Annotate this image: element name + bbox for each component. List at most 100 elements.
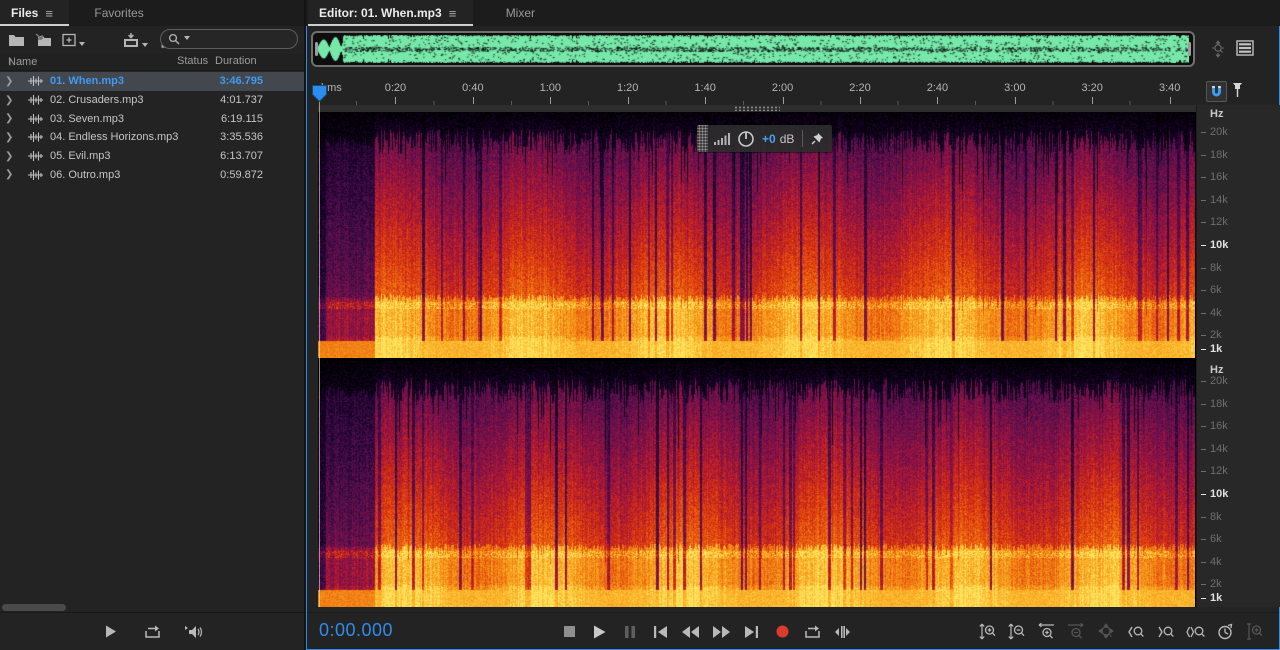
scrollbar-grip[interactable]	[734, 106, 780, 111]
navigator-right-handle[interactable]	[1188, 42, 1191, 56]
open-file-button[interactable]	[8, 33, 25, 47]
volume-hud[interactable]: +0 dB	[697, 125, 833, 152]
file-name: 06. Outro.mp3	[50, 168, 121, 181]
file-row[interactable]: ❯ 06. Outro.mp3 0:59.872	[0, 165, 304, 184]
file-duration: 6:13.707	[220, 150, 263, 163]
ruler-tick-mark	[627, 97, 629, 104]
overview-navigator[interactable]	[311, 31, 1195, 67]
freq-label: 12k	[1201, 216, 1228, 229]
zoom-in-amplitude-button[interactable]	[977, 622, 997, 642]
save-button[interactable]	[123, 32, 148, 48]
ruler-tick-label: 1:40	[694, 82, 716, 94]
hud-drag-handle[interactable]	[697, 125, 708, 152]
column-duration[interactable]: Duration	[215, 55, 257, 67]
pin-icon	[1233, 83, 1242, 97]
tab-files[interactable]: Files ≡	[0, 0, 70, 26]
search-input[interactable]	[192, 33, 287, 45]
panel-menu-icon[interactable]: ≡	[449, 7, 462, 20]
play-button[interactable]	[589, 622, 609, 642]
rewind-button[interactable]	[681, 622, 701, 642]
frequency-axis[interactable]	[1196, 105, 1280, 607]
tab-mixer[interactable]: Mixer	[495, 0, 546, 26]
dropdown-caret-icon	[142, 42, 148, 47]
loop-playback-button[interactable]	[803, 622, 823, 642]
editor-tabbar: Editor: 01. When.mp3 ≡ Mixer	[306, 0, 1280, 26]
spectrogram-channel-2[interactable]	[318, 361, 1195, 607]
zoom-in-time-button[interactable]	[1037, 622, 1057, 642]
file-row[interactable]: ❯ 03. Seven.mp3 6:19.115	[0, 109, 304, 128]
import-file-button[interactable]	[35, 33, 52, 47]
chevron-right-icon[interactable]: ❯	[5, 95, 17, 106]
marker-pin-button[interactable]	[1232, 82, 1243, 98]
new-content-button[interactable]	[62, 33, 85, 47]
ruler-tick-mark	[472, 97, 474, 104]
gain-knob-icon[interactable]	[737, 130, 755, 148]
zoom-out-full-button[interactable]	[1096, 622, 1116, 642]
panel-menu-icon[interactable]: ≡	[45, 7, 58, 20]
file-row[interactable]: ❯ 05. Evil.mp3 6:13.707	[0, 147, 304, 166]
zoom-reset-button[interactable]	[1215, 622, 1235, 642]
ruler-tick-label: 0:40	[462, 82, 484, 94]
zoom-out-amplitude-button[interactable]	[1007, 622, 1027, 642]
stop-button[interactable]	[559, 622, 579, 642]
skip-to-start-button[interactable]	[650, 622, 670, 642]
column-status[interactable]: Status	[177, 55, 208, 67]
chevron-right-icon[interactable]: ❯	[5, 169, 17, 180]
editor-horizontal-scrollbar[interactable]	[318, 105, 1196, 112]
overview-zoom-full-button[interactable]	[1209, 40, 1227, 58]
zoom-out-full-icon	[1212, 40, 1224, 58]
preview-play-button[interactable]	[101, 622, 121, 642]
chevron-right-icon[interactable]: ❯	[5, 76, 17, 87]
time-display[interactable]: 0:00.000	[319, 620, 393, 641]
waveform-file-icon	[28, 132, 43, 143]
chevron-right-icon[interactable]: ❯	[5, 132, 17, 143]
timeline-ruler[interactable]: hms 0:20 0:40 1:00 1:20 1:40 2:00 2:20 2…	[318, 79, 1196, 105]
ruler-tick-label: 2:20	[849, 82, 871, 94]
hud-pin-icon[interactable]	[811, 132, 824, 145]
file-row[interactable]: ❯ 02. Crusaders.mp3 4:01.737	[0, 91, 304, 110]
file-name: 03. Seven.mp3	[50, 112, 124, 125]
file-list: ❯ 01. When.mp3 3:46.795 ❯ 02. Crusaders.…	[0, 72, 304, 184]
pause-icon	[624, 625, 635, 638]
play-icon	[593, 625, 606, 638]
playhead-marker[interactable]	[312, 85, 327, 102]
tab-favorites[interactable]: Favorites	[83, 0, 154, 26]
folder-open-icon	[9, 35, 24, 46]
skip-selection-button[interactable]	[833, 622, 853, 642]
file-duration: 3:46.795	[219, 75, 263, 88]
zoom-in-at-out-point-button[interactable]	[1156, 622, 1176, 642]
zoom-amplitude-full-icon	[1247, 623, 1263, 640]
zoom-amplitude-full-button[interactable]	[1245, 622, 1265, 642]
hud-gain-value[interactable]: +0	[762, 132, 776, 146]
zoom-in-at-in-point-button[interactable]	[1126, 622, 1146, 642]
files-horizontal-scrollbar[interactable]	[2, 604, 66, 611]
file-duration: 4:01.737	[220, 94, 263, 107]
track-list-button[interactable]	[1236, 40, 1254, 56]
navigator-left-handle[interactable]	[315, 42, 318, 56]
zoom-to-selection-button[interactable]	[1185, 622, 1205, 642]
file-row[interactable]: ❯ 04. Endless Horizons.mp3 3:35.536	[0, 128, 304, 147]
tab-editor[interactable]: Editor: 01. When.mp3 ≡	[308, 0, 473, 26]
record-button[interactable]	[772, 622, 792, 642]
auto-play-button[interactable]	[183, 622, 203, 642]
sort-arrow-icon: ↑	[8, 56, 14, 68]
zoom-out-amplitude-icon	[1008, 623, 1025, 640]
freq-label: 1k	[1200, 343, 1223, 355]
file-row[interactable]: ❯ 01. When.mp3 3:46.795	[0, 72, 304, 91]
overview-waveform[interactable]	[317, 35, 1189, 63]
preview-loop-button[interactable]	[142, 622, 162, 642]
fast-forward-button[interactable]	[711, 622, 731, 642]
ruler-tick-mark	[937, 97, 939, 104]
freq-label: 18k	[1201, 397, 1228, 410]
chevron-right-icon[interactable]: ❯	[5, 151, 17, 162]
tab-favorites-label: Favorites	[94, 6, 144, 20]
skip-to-end-button[interactable]	[742, 622, 762, 642]
search-box[interactable]	[160, 29, 298, 49]
snap-toggle-button[interactable]	[1206, 81, 1227, 102]
waveform-file-icon	[28, 95, 43, 106]
ruler-tick-label: 1:20	[616, 82, 639, 94]
chevron-right-icon[interactable]: ❯	[5, 113, 17, 124]
zoom-out-time-button[interactable]	[1066, 622, 1086, 642]
zoom-in-amplitude-icon	[978, 623, 995, 640]
pause-button[interactable]	[620, 622, 640, 642]
